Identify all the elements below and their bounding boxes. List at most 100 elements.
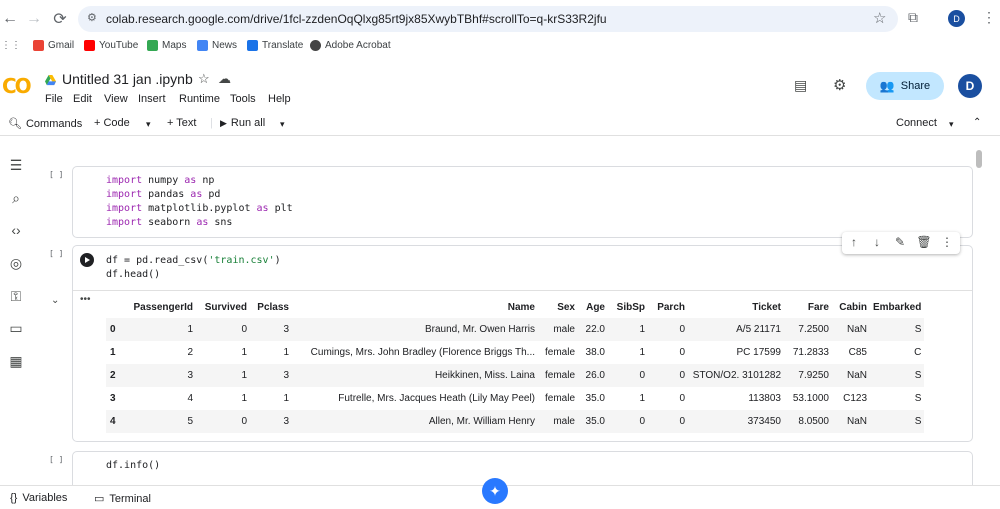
bookmark-news[interactable]: News (197, 40, 237, 51)
cloud-saved-icon: ☁ (218, 71, 231, 86)
run-all-button[interactable]: ▶ Run all (220, 117, 265, 129)
table-cell: 35.0 (585, 393, 605, 404)
collapse-output-icon[interactable]: ⌄ (51, 295, 59, 306)
table-cell: 1 (187, 324, 193, 335)
table-cell: 0 (679, 370, 685, 381)
code-line: import seaborn as sns (106, 217, 233, 228)
data-table-icon[interactable]: ▦ (7, 352, 25, 370)
table-cell: PC 17599 (736, 347, 781, 358)
bookmark-translate[interactable]: Translate (247, 40, 303, 51)
menu-file[interactable]: File (45, 93, 63, 105)
add-text-button[interactable]: + Text (167, 117, 196, 129)
user-avatar[interactable]: D (958, 74, 982, 98)
table-cell: 1 (639, 393, 645, 404)
table-cell: 7.2500 (798, 324, 829, 335)
table-cell: NaN (846, 416, 867, 427)
table-cell: 8.0500 (798, 416, 829, 427)
column-header: Ticket (752, 301, 781, 313)
run-cell-button[interactable] (80, 253, 94, 267)
table-cell: A/5 21171 (736, 324, 781, 335)
cell-3-run-indicator[interactable]: [ ] (49, 455, 63, 464)
apps-grid-icon[interactable]: ⋮⋮ (1, 40, 21, 51)
code-cell-2[interactable] (72, 245, 973, 291)
add-code-button[interactable]: + Code (94, 117, 130, 129)
menu-edit[interactable]: Edit (73, 93, 92, 105)
extensions-icon[interactable]: ⧉ (908, 9, 918, 26)
bookmark-youtube[interactable]: YouTube (84, 40, 138, 51)
comments-icon[interactable]: ▤ (794, 77, 807, 94)
code-snippets-icon[interactable]: ‹› (7, 221, 25, 239)
table-cell: female (544, 347, 575, 358)
move-up-icon[interactable]: ↑ (847, 235, 861, 249)
find-replace-icon[interactable]: ⌕ (7, 189, 25, 207)
reload-icon[interactable]: ⟳ (50, 9, 70, 29)
profile-avatar[interactable]: D (948, 10, 965, 27)
column-header: Cabin (839, 301, 867, 313)
gemini-sparkle-icon[interactable]: ✦ (482, 478, 508, 504)
browser-toolbar: ← → ⟳ ⚙ colab.research.google.com/drive/… (0, 0, 1000, 38)
table-cell: 0 (679, 393, 685, 404)
colab-logo[interactable]: CO (2, 74, 32, 98)
menu-help[interactable]: Help (268, 93, 291, 105)
table-cell: 0 (679, 416, 685, 427)
menu-tools[interactable]: Tools (230, 93, 256, 105)
table-cell: 53.1000 (792, 393, 829, 404)
toolbar-divider: | (210, 117, 213, 129)
files-folder-icon[interactable]: ▭ (7, 319, 25, 337)
run-all-dropdown-icon[interactable]: ▾ (280, 119, 285, 130)
browser-menu-icon[interactable]: ⋮ (982, 9, 996, 26)
star-icon[interactable]: ☆ (198, 71, 210, 87)
key-icon[interactable]: ⚿ (7, 287, 25, 305)
terminal-button[interactable]: ▭ Terminal (94, 492, 151, 505)
forward-icon[interactable]: → (24, 9, 44, 29)
settings-gear-icon[interactable]: ⚙ (833, 76, 846, 94)
bookmark-star-icon[interactable]: ☆ (873, 9, 886, 27)
table-cell: NaN (846, 324, 867, 335)
table-cell: Futrelle, Mrs. Jacques Heath (Lily May P… (338, 393, 535, 404)
edit-pen-icon[interactable]: ✎ (893, 235, 907, 249)
bookmark-gmail[interactable]: Gmail (33, 40, 74, 51)
move-down-icon[interactable]: ↓ (870, 235, 884, 249)
table-cell: 22.0 (585, 324, 605, 335)
bookmark-adobe-acrobat[interactable]: Adobe Acrobat (310, 40, 391, 51)
table-cell: 0 (639, 370, 645, 381)
back-icon[interactable]: ← (0, 9, 20, 29)
table-cell: 35.0 (585, 416, 605, 427)
code-line: import matplotlib.pyplot as plt (106, 203, 293, 214)
menu-runtime[interactable]: Runtime (179, 93, 220, 105)
collapse-header-icon[interactable]: ⌃ (973, 117, 981, 128)
site-info-icon[interactable]: ⚙ (87, 11, 97, 24)
secrets-icon[interactable]: ◎ (7, 254, 25, 272)
table-of-contents-icon[interactable]: ☰ (7, 156, 25, 174)
people-icon: 👥 (879, 79, 895, 93)
menu-view[interactable]: View (104, 93, 128, 105)
table-cell: S (914, 370, 922, 381)
connect-dropdown-icon[interactable]: ▾ (949, 119, 954, 130)
connect-button[interactable]: Connect (896, 117, 937, 129)
table-cell: 0 (241, 416, 247, 427)
menu-insert[interactable]: Insert (138, 93, 166, 105)
share-button[interactable]: 👥 Share (866, 72, 944, 100)
more-options-icon[interactable]: ⋮ (940, 235, 954, 249)
notebook-title[interactable]: Untitled 31 jan .ipynb (62, 71, 193, 87)
table-cell: female (544, 393, 575, 404)
row-index: 1 (110, 347, 116, 358)
cell-2-run-indicator[interactable]: [ ] (49, 249, 63, 258)
table-cell: 0 (241, 324, 247, 335)
table-cell: male (553, 324, 575, 335)
table-cell: 5 (187, 416, 193, 427)
table-cell: 1 (283, 347, 289, 358)
table-cell: 3 (283, 416, 289, 427)
bookmarks-bar: ⋮⋮ Gmail YouTube Maps News Translate Ado… (0, 38, 1000, 56)
address-bar[interactable]: ⚙ colab.research.google.com/drive/1fcl-z… (78, 6, 898, 32)
table-cell: 71.2833 (792, 347, 829, 358)
column-header: SibSp (616, 301, 645, 313)
delete-trash-icon[interactable]: 🗑︎ (916, 235, 931, 249)
commands-button[interactable]: 🔍︎ Commands (8, 117, 82, 130)
scrollbar[interactable] (976, 150, 982, 168)
table-cell: 3 (187, 370, 193, 381)
cell-1-run-indicator[interactable]: [ ] (49, 170, 63, 179)
bookmark-maps[interactable]: Maps (147, 40, 186, 51)
add-code-dropdown-icon[interactable]: ▾ (146, 119, 151, 130)
variables-button[interactable]: {} Variables (10, 492, 67, 504)
